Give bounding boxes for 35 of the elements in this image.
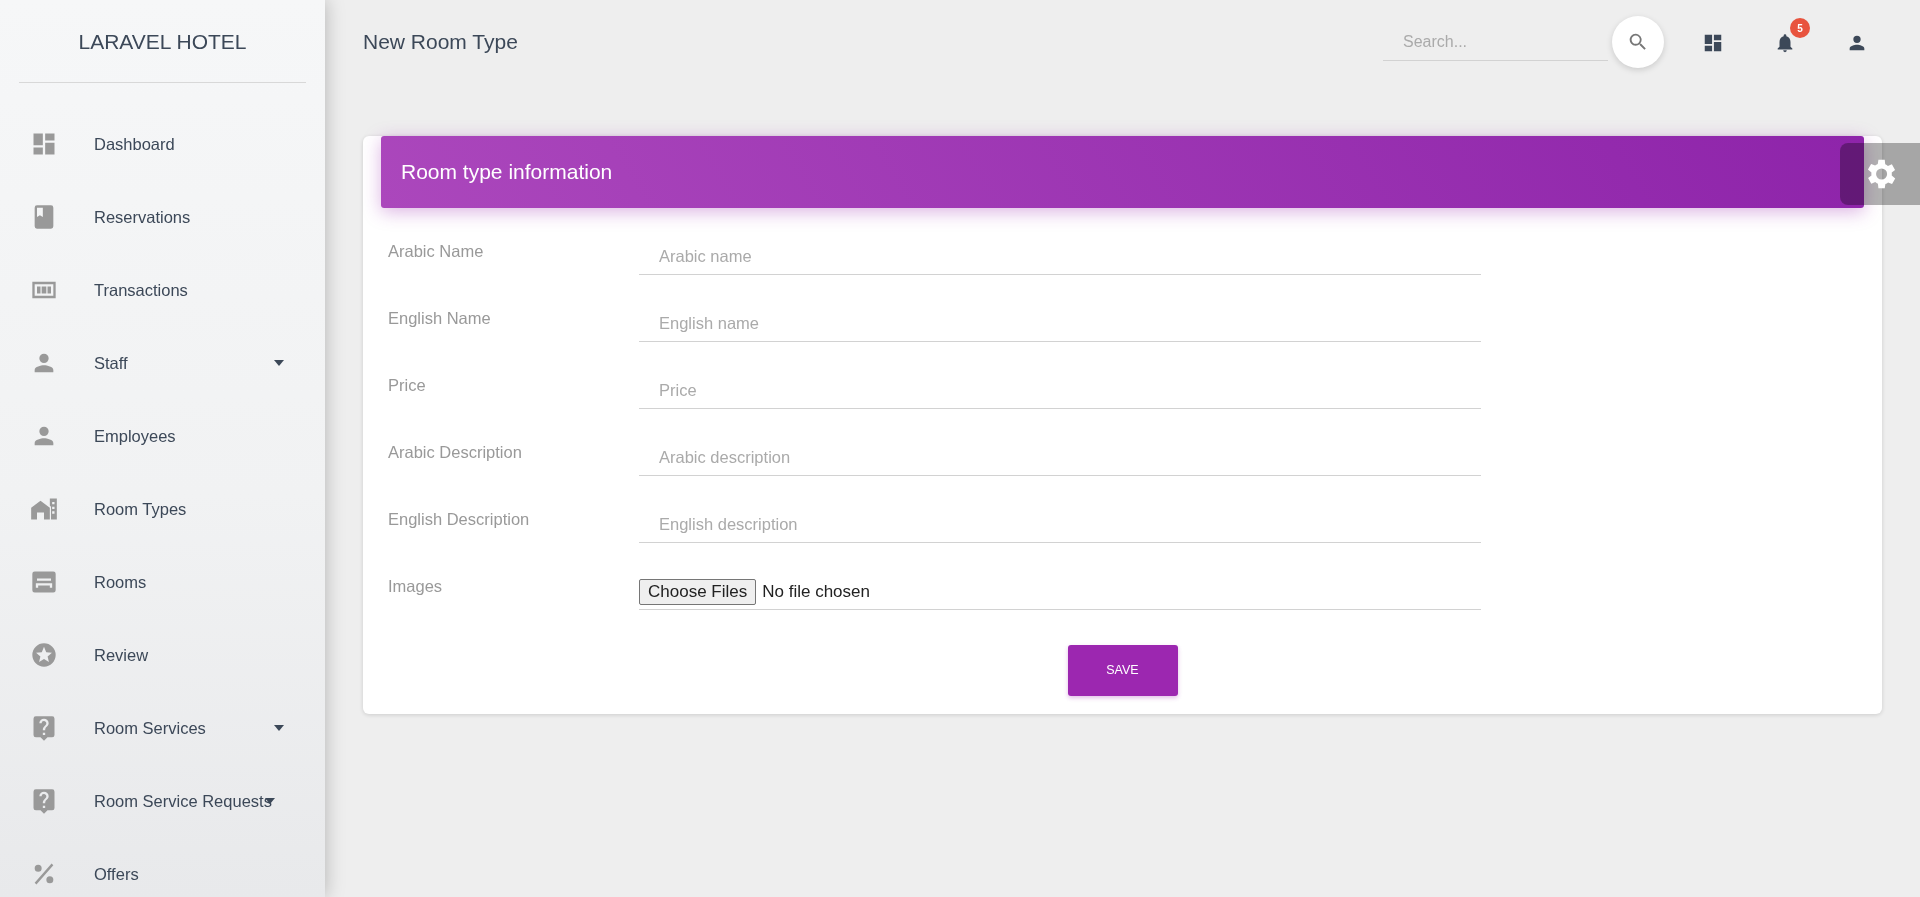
choose-files-button[interactable]: Choose Files: [639, 578, 757, 605]
field-label: English Name: [388, 307, 492, 329]
field-label: English Description: [388, 508, 531, 530]
notifications-button[interactable]: 5: [1774, 18, 1810, 54]
sidebar-item[interactable]: Room Service Requests: [0, 764, 325, 838]
sidebar-item[interactable]: Reservations: [0, 180, 325, 254]
input-field[interactable]: English description: [639, 483, 1481, 543]
notification-count: 5: [1790, 18, 1810, 38]
sidebar-item[interactable]: Employees: [0, 399, 325, 473]
field-label: Price: [388, 374, 427, 396]
search-field[interactable]: Search...: [1383, 23, 1608, 61]
input-field[interactable]: English name: [639, 282, 1481, 342]
card-header: Room type information: [381, 136, 1864, 208]
input-field[interactable]: Arabic name: [639, 215, 1481, 275]
page-title: New Room Type: [363, 29, 518, 56]
settings-button[interactable]: [1840, 143, 1920, 205]
sidebar-item[interactable]: Room Services: [0, 691, 325, 765]
field-label: Arabic Name: [388, 240, 485, 262]
sidebar-item[interactable]: Rooms: [0, 545, 325, 619]
file-status: No file chosen: [762, 580, 870, 603]
search-icon: [1627, 31, 1649, 53]
sidebar-item[interactable]: Staff: [0, 326, 325, 400]
field-label: Images: [388, 575, 444, 597]
input-field[interactable]: Arabic description: [639, 416, 1481, 476]
sidebar-item[interactable]: Transactions: [0, 253, 325, 327]
brand-title[interactable]: LARAVEL HOTEL: [0, 0, 325, 82]
save-button[interactable]: SAVE: [1067, 644, 1178, 696]
input-field[interactable]: Price: [639, 349, 1481, 409]
sidebar-item[interactable]: Dashboard: [0, 107, 325, 181]
sidebar-item[interactable]: Review: [0, 618, 325, 692]
star-icon: [30, 641, 58, 669]
search-button[interactable]: [1612, 16, 1664, 68]
sidebar-item[interactable]: Room Types: [0, 472, 325, 546]
sidebar-item[interactable]: Offers: [0, 837, 325, 897]
field-label: Arabic Description: [388, 441, 523, 463]
